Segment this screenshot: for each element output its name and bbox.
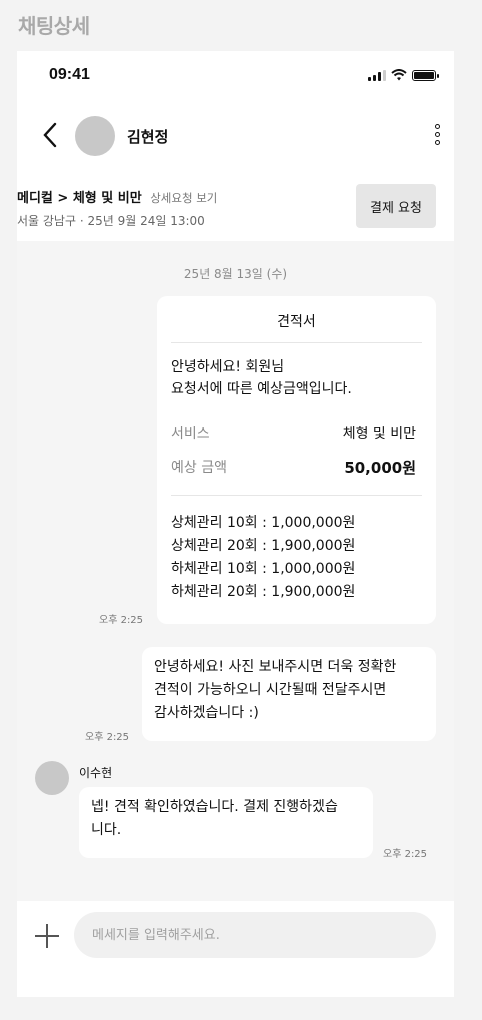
status-icons	[368, 69, 439, 81]
request-meta: 서울 강남구 · 25년 9월 24일 13:00	[17, 214, 205, 228]
message-time: 오후 2:25	[99, 615, 144, 626]
message-bubble: 안녕하세요! 사진 보내주시면 더욱 정확한 견적이 가능하오니 시간될때 전달…	[142, 647, 436, 741]
message-time: 오후 2:25	[383, 849, 428, 860]
chat-header: 김현정	[17, 101, 454, 171]
price-row: 예상 금액 50,000원	[171, 457, 416, 478]
quote-greeting: 안녕하세요! 회원님 요청서에 따른 예상금액입니다.	[171, 356, 352, 400]
message-line: 넵! 견적 확인하였습니다. 결제 진행하겠습	[91, 799, 338, 815]
phone-frame: 09:41 김현정 메디컬 > 체형 및 비만 상세요청 보기 서울 강남구 ·…	[17, 51, 454, 997]
quote-item: 상체관리 10회 : 1,000,000원	[171, 515, 356, 531]
message-line: 니다.	[91, 822, 122, 838]
message-time: 오후 2:25	[85, 732, 130, 743]
quote-item: 상체관리 20회 : 1,900,000원	[171, 538, 356, 554]
quote-item: 하체관리 20회 : 1,900,000원	[171, 584, 356, 600]
detail-link[interactable]: 상세요청 보기	[150, 191, 217, 205]
quote-item-list: 상체관리 10회 : 1,000,000원 상체관리 20회 : 1,900,0…	[171, 512, 355, 604]
service-label: 서비스	[171, 426, 210, 442]
message-bubble: 넵! 견적 확인하였습니다. 결제 진행하겠습 니다.	[79, 787, 373, 858]
back-chevron-icon[interactable]	[42, 121, 58, 149]
price-label: 예상 금액	[171, 460, 227, 476]
divider	[171, 495, 422, 496]
quote-item: 하체관리 10회 : 1,000,000원	[171, 561, 356, 577]
avatar[interactable]	[35, 761, 69, 795]
divider	[171, 342, 422, 343]
message-line: 견적이 가능하오니 시간될때 전달주시면	[154, 682, 387, 698]
status-time: 09:41	[49, 66, 90, 83]
request-info-bar: 메디컬 > 체형 및 비만 상세요청 보기 서울 강남구 · 25년 9월 24…	[17, 171, 454, 241]
message-line: 감사하겠습니다 :)	[154, 705, 259, 721]
wifi-icon	[391, 69, 407, 81]
quote-card: 견적서 안녕하세요! 회원님 요청서에 따른 예상금액입니다. 서비스 체형 및…	[157, 296, 436, 624]
payment-request-button[interactable]: 결제 요청	[356, 184, 436, 228]
message-input[interactable]	[74, 912, 436, 958]
service-value: 체형 및 비만	[342, 426, 416, 442]
avatar[interactable]	[75, 116, 115, 156]
category-path: 메디컬 > 체형 및 비만	[17, 191, 142, 206]
page-title: 채팅상세	[18, 14, 90, 38]
price-value: 50,000원	[344, 459, 416, 477]
more-vertical-icon[interactable]	[435, 124, 440, 145]
message-line: 안녕하세요! 사진 보내주시면 더욱 정확한	[154, 659, 397, 675]
request-category: 메디컬 > 체형 및 비만 상세요청 보기	[17, 187, 217, 206]
sender-name: 이수현	[79, 766, 113, 780]
plus-icon[interactable]	[32, 921, 62, 951]
battery-icon	[412, 70, 439, 81]
chat-partner-name: 김현정	[127, 128, 169, 146]
service-row: 서비스 체형 및 비만	[171, 423, 416, 443]
status-bar: 09:41	[17, 51, 454, 101]
date-separator: 25년 8월 13일 (수)	[183, 267, 288, 281]
message-composer	[17, 901, 454, 997]
quote-title: 견적서	[277, 314, 316, 330]
signal-icon	[368, 70, 386, 81]
quote-greeting-line: 요청서에 따른 예상금액입니다.	[171, 381, 352, 397]
quote-greeting-line: 안녕하세요! 회원님	[171, 359, 285, 375]
